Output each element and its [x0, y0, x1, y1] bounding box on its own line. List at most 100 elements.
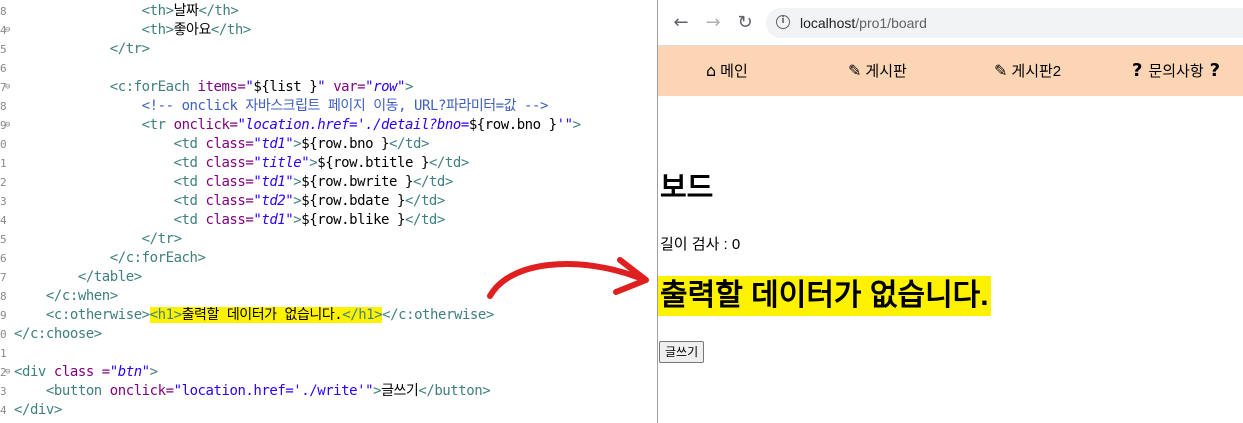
- browser-window: ← → ↻ i localhost/pro1/board ⌂ 메인 ✎ 게시판 ✎ 게…: [657, 0, 1243, 423]
- code-token: class=: [205, 174, 254, 190]
- code-token: ${row.bwrite }: [301, 174, 413, 190]
- fold-toggle-icon[interactable]: ⊖: [5, 78, 10, 97]
- code-token: <c:otherwise>: [45, 307, 150, 323]
- code-line[interactable]: <tr onclick="location.href='./detail?bno…: [14, 116, 657, 135]
- code-line[interactable]: </tr>: [14, 40, 657, 59]
- code-token: <td: [173, 155, 206, 171]
- code-line[interactable]: <th>날짜</th>: [14, 2, 657, 21]
- menu-item-main[interactable]: ⌂ 메인: [706, 46, 748, 96]
- code-editor[interactable]: 8 <th>날짜</th> 4 ⊖ <th>좋아요</th> 5 </tr> 6 7 ⊖ <…: [0, 0, 657, 423]
- address-bar[interactable]: i localhost/pro1/board: [766, 8, 1243, 38]
- code-token: >: [149, 364, 158, 380]
- code-token: </tr>: [141, 231, 182, 247]
- code-token: var=: [325, 79, 366, 95]
- count-text: 길이 검사 : 0: [660, 236, 741, 253]
- code-line[interactable]: <!-- onclick 자바스크립트 페이지 이동, URL?파라미터=값 -…: [14, 97, 657, 116]
- line-number-text: 4: [0, 214, 7, 227]
- reload-icon[interactable]: ↻: [734, 12, 756, 34]
- code-line[interactable]: </c:forEach>: [14, 249, 657, 268]
- code-line[interactable]: <td class="title">${row.btitle }</td>: [14, 154, 657, 173]
- code-token: onclick=: [173, 117, 238, 133]
- menu-item-board[interactable]: ✎ 게시판: [848, 46, 907, 96]
- line-number-text: 7: [0, 271, 7, 284]
- code-token: </c:when>: [45, 288, 118, 304]
- line-number: 0: [0, 135, 14, 154]
- code-line[interactable]: <c:otherwise><h1>출력할 데이터가 없습니다.</h1></c:…: [14, 306, 657, 325]
- code-token: </div>: [14, 402, 62, 418]
- line-number-text: 5: [0, 233, 7, 246]
- code-token: "title": [253, 155, 310, 171]
- code-line[interactable]: <td class="td1">${row.bno }</td>: [14, 135, 657, 154]
- code-line[interactable]: <td class="td1">${row.blike }</td>: [14, 211, 657, 230]
- code-line[interactable]: <td class="td2">${row.bdate }</td>: [14, 192, 657, 211]
- line-number-text: 3: [0, 385, 7, 398]
- line-number: 7: [0, 268, 14, 287]
- fold-toggle-icon[interactable]: ⊖: [5, 116, 10, 135]
- line-number-text: 0: [0, 138, 7, 151]
- write-button[interactable]: 글쓰기: [659, 341, 705, 363]
- code-token: 글쓰기: [381, 383, 419, 399]
- code-token: 출력할 데이터가 없습니다.: [181, 307, 343, 323]
- url-text[interactable]: localhost/pro1/board: [800, 14, 927, 32]
- code-line[interactable]: <button onclick="location.href='./write'…: [14, 382, 657, 401]
- code-line[interactable]: </c:when>: [14, 287, 657, 306]
- empty-message: 출력할 데이터가 없습니다.: [658, 276, 991, 316]
- fold-toggle-icon[interactable]: ⊖: [5, 363, 10, 382]
- line-number-text: 5: [0, 43, 7, 56]
- menu-label-board2: 게시판2: [1011, 63, 1062, 80]
- fold-toggle-icon[interactable]: ⊖: [5, 21, 10, 40]
- code-token: </table>: [77, 269, 142, 285]
- info-icon[interactable]: i: [776, 15, 790, 29]
- code-token: "td1": [253, 174, 294, 190]
- code-line[interactable]: <c:forEach items="${list }" var="row">: [14, 78, 657, 97]
- code-token: <div: [14, 364, 54, 380]
- code-token: onclick=: [109, 383, 174, 399]
- line-number: 8: [0, 97, 14, 116]
- code-token: class=: [205, 136, 254, 152]
- home-icon: ⌂: [706, 61, 717, 80]
- code-token: </h1>: [342, 307, 383, 323]
- code-token: </th>: [198, 3, 239, 19]
- code-line[interactable]: <div class ="btn">: [14, 363, 657, 382]
- back-arrow-icon[interactable]: ←: [670, 12, 692, 34]
- code-token: <td: [173, 174, 206, 190]
- line-number: 6: [0, 59, 14, 78]
- code-token: </td>: [428, 155, 469, 171]
- code-token: </td>: [389, 136, 429, 152]
- code-token: </c:otherwise>: [382, 307, 494, 323]
- code-token: >: [572, 117, 581, 133]
- code-token: "row": [365, 79, 406, 95]
- code-line[interactable]: </table>: [14, 268, 657, 287]
- line-number: 6: [0, 249, 14, 268]
- line-number: 0: [0, 325, 14, 344]
- menu-item-board2[interactable]: ✎ 게시판2: [994, 46, 1061, 96]
- line-number-text: 8: [0, 290, 7, 303]
- line-number-text: 1: [0, 347, 7, 360]
- menu-label-inquiry: 문의사항: [1148, 63, 1204, 80]
- code-line[interactable]: </div>: [14, 401, 657, 420]
- code-line[interactable]: <td class="td1">${row.bwrite }</td>: [14, 173, 657, 192]
- forward-arrow-icon[interactable]: →: [702, 12, 724, 34]
- code-token: 좋아요: [173, 22, 212, 38]
- menu-item-inquiry[interactable]: ? 문의사항?: [1132, 46, 1220, 96]
- code-token: </button>: [418, 383, 491, 399]
- code-token: "td2": [253, 193, 294, 209]
- code-line[interactable]: </c:choose>: [14, 325, 657, 344]
- code-line[interactable]: <th>좋아요</th>: [14, 21, 657, 40]
- code-token: ${row.bno }: [301, 136, 390, 152]
- code-line[interactable]: [14, 344, 657, 363]
- code-token: "td1": [253, 136, 294, 152]
- code-line[interactable]: </tr>: [14, 230, 657, 249]
- code-line[interactable]: [14, 59, 657, 78]
- code-token: </c:forEach>: [109, 250, 206, 266]
